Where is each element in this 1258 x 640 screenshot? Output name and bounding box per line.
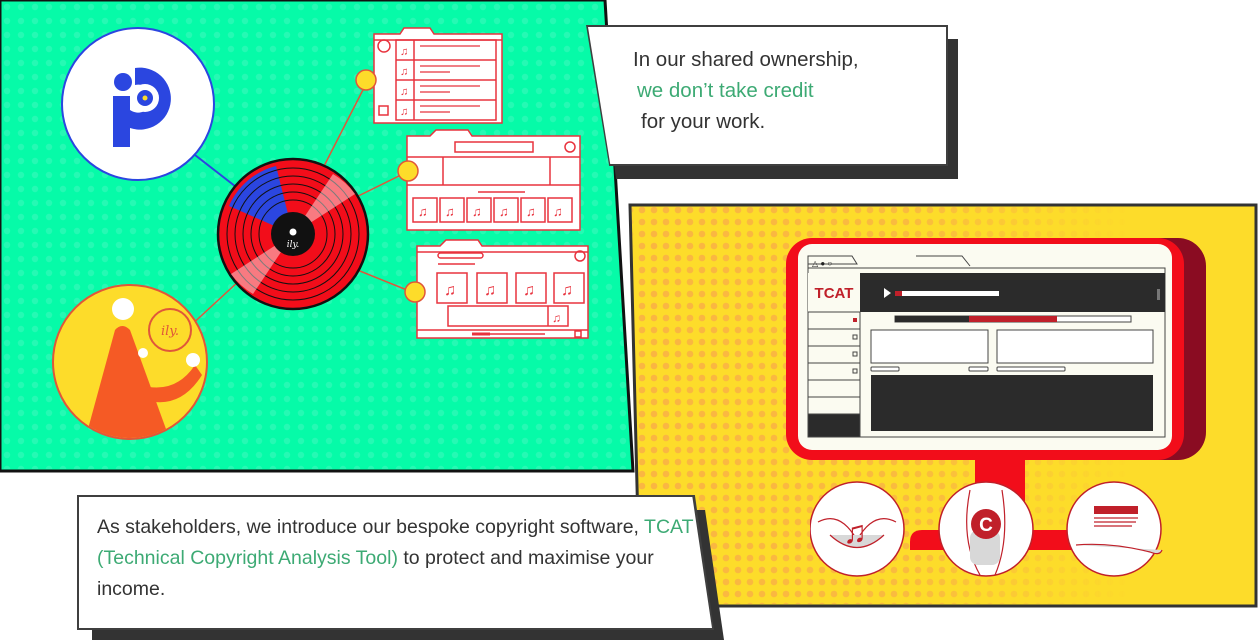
tcat-app-window: △ ● ○ TCAT [807,255,1166,438]
playback-progress [895,291,902,296]
panel-left [870,329,989,364]
caption-line: In our shared ownership, [633,48,859,71]
svg-text:♫: ♫ [484,282,496,299]
copyright-symbol: C [979,515,993,536]
results-panel [871,375,1153,431]
benefit-icons: ♫ C [810,481,1163,577]
vinyl-record-icon: ily. [216,157,370,311]
artist-avatar: ily. [52,284,208,440]
svg-text:♫: ♫ [400,86,408,98]
top-caption: In our shared ownership, we don’t take c… [633,44,859,137]
svg-text:ily.: ily. [161,324,179,339]
svg-text:♫: ♫ [552,311,561,325]
svg-text:♫: ♫ [444,282,456,299]
logo-connector [194,154,241,191]
svg-text:♫: ♫ [561,282,573,299]
svg-text:♫: ♫ [472,204,482,219]
album-grid-window: ♫ ♫ ♫ ♫ ♫ ♫ [406,129,581,231]
svg-text:♫: ♫ [445,204,455,219]
caption-line: for your work. [641,110,766,133]
window-controls: △ ● ○ [812,259,832,268]
window1-connector [321,79,369,171]
svg-text:♫: ♫ [400,66,408,78]
track-list-window: ♫ ♫ ♫ ♫ [373,27,503,124]
ily-badge-icon [397,160,419,182]
ip-logo-icon [61,27,215,181]
caption-text: As stakeholders, we introduce our bespok… [97,516,639,538]
svg-text:♫: ♫ [499,204,509,219]
tcat-logo: TCAT [815,285,854,302]
playback-track [895,291,999,296]
svg-text:♫: ♫ [843,514,867,550]
svg-text:♫: ♫ [523,282,535,299]
ownership-illustration: ily. ily. ♫♫♫♫ ♫ ♫ ♫ ♫ ♫ ♫ ♫ ♫ ♫ ♫♫ [52,27,589,440]
svg-text:♫: ♫ [418,204,428,219]
tcat-sidebar [807,311,861,438]
svg-text:♫: ♫ [553,204,563,219]
ily-badge-icon [355,69,377,91]
svg-text:ily.: ily. [287,240,300,250]
panel-right [996,329,1154,364]
svg-text:♫: ♫ [526,204,536,219]
svg-text:♫: ♫ [400,46,408,58]
money-in-hand-icon [1066,481,1163,577]
player-window: ♫ ♫ ♫ ♫♫ [416,239,589,339]
copyright-hand-icon: C [938,481,1034,577]
caption-highlight: we don’t take credit [637,79,814,102]
music-in-hands-icon: ♫ [810,481,905,577]
bottom-caption: As stakeholders, we introduce our bespok… [97,512,697,605]
ily-badge-icon [404,281,426,303]
svg-text:♫: ♫ [400,106,408,118]
